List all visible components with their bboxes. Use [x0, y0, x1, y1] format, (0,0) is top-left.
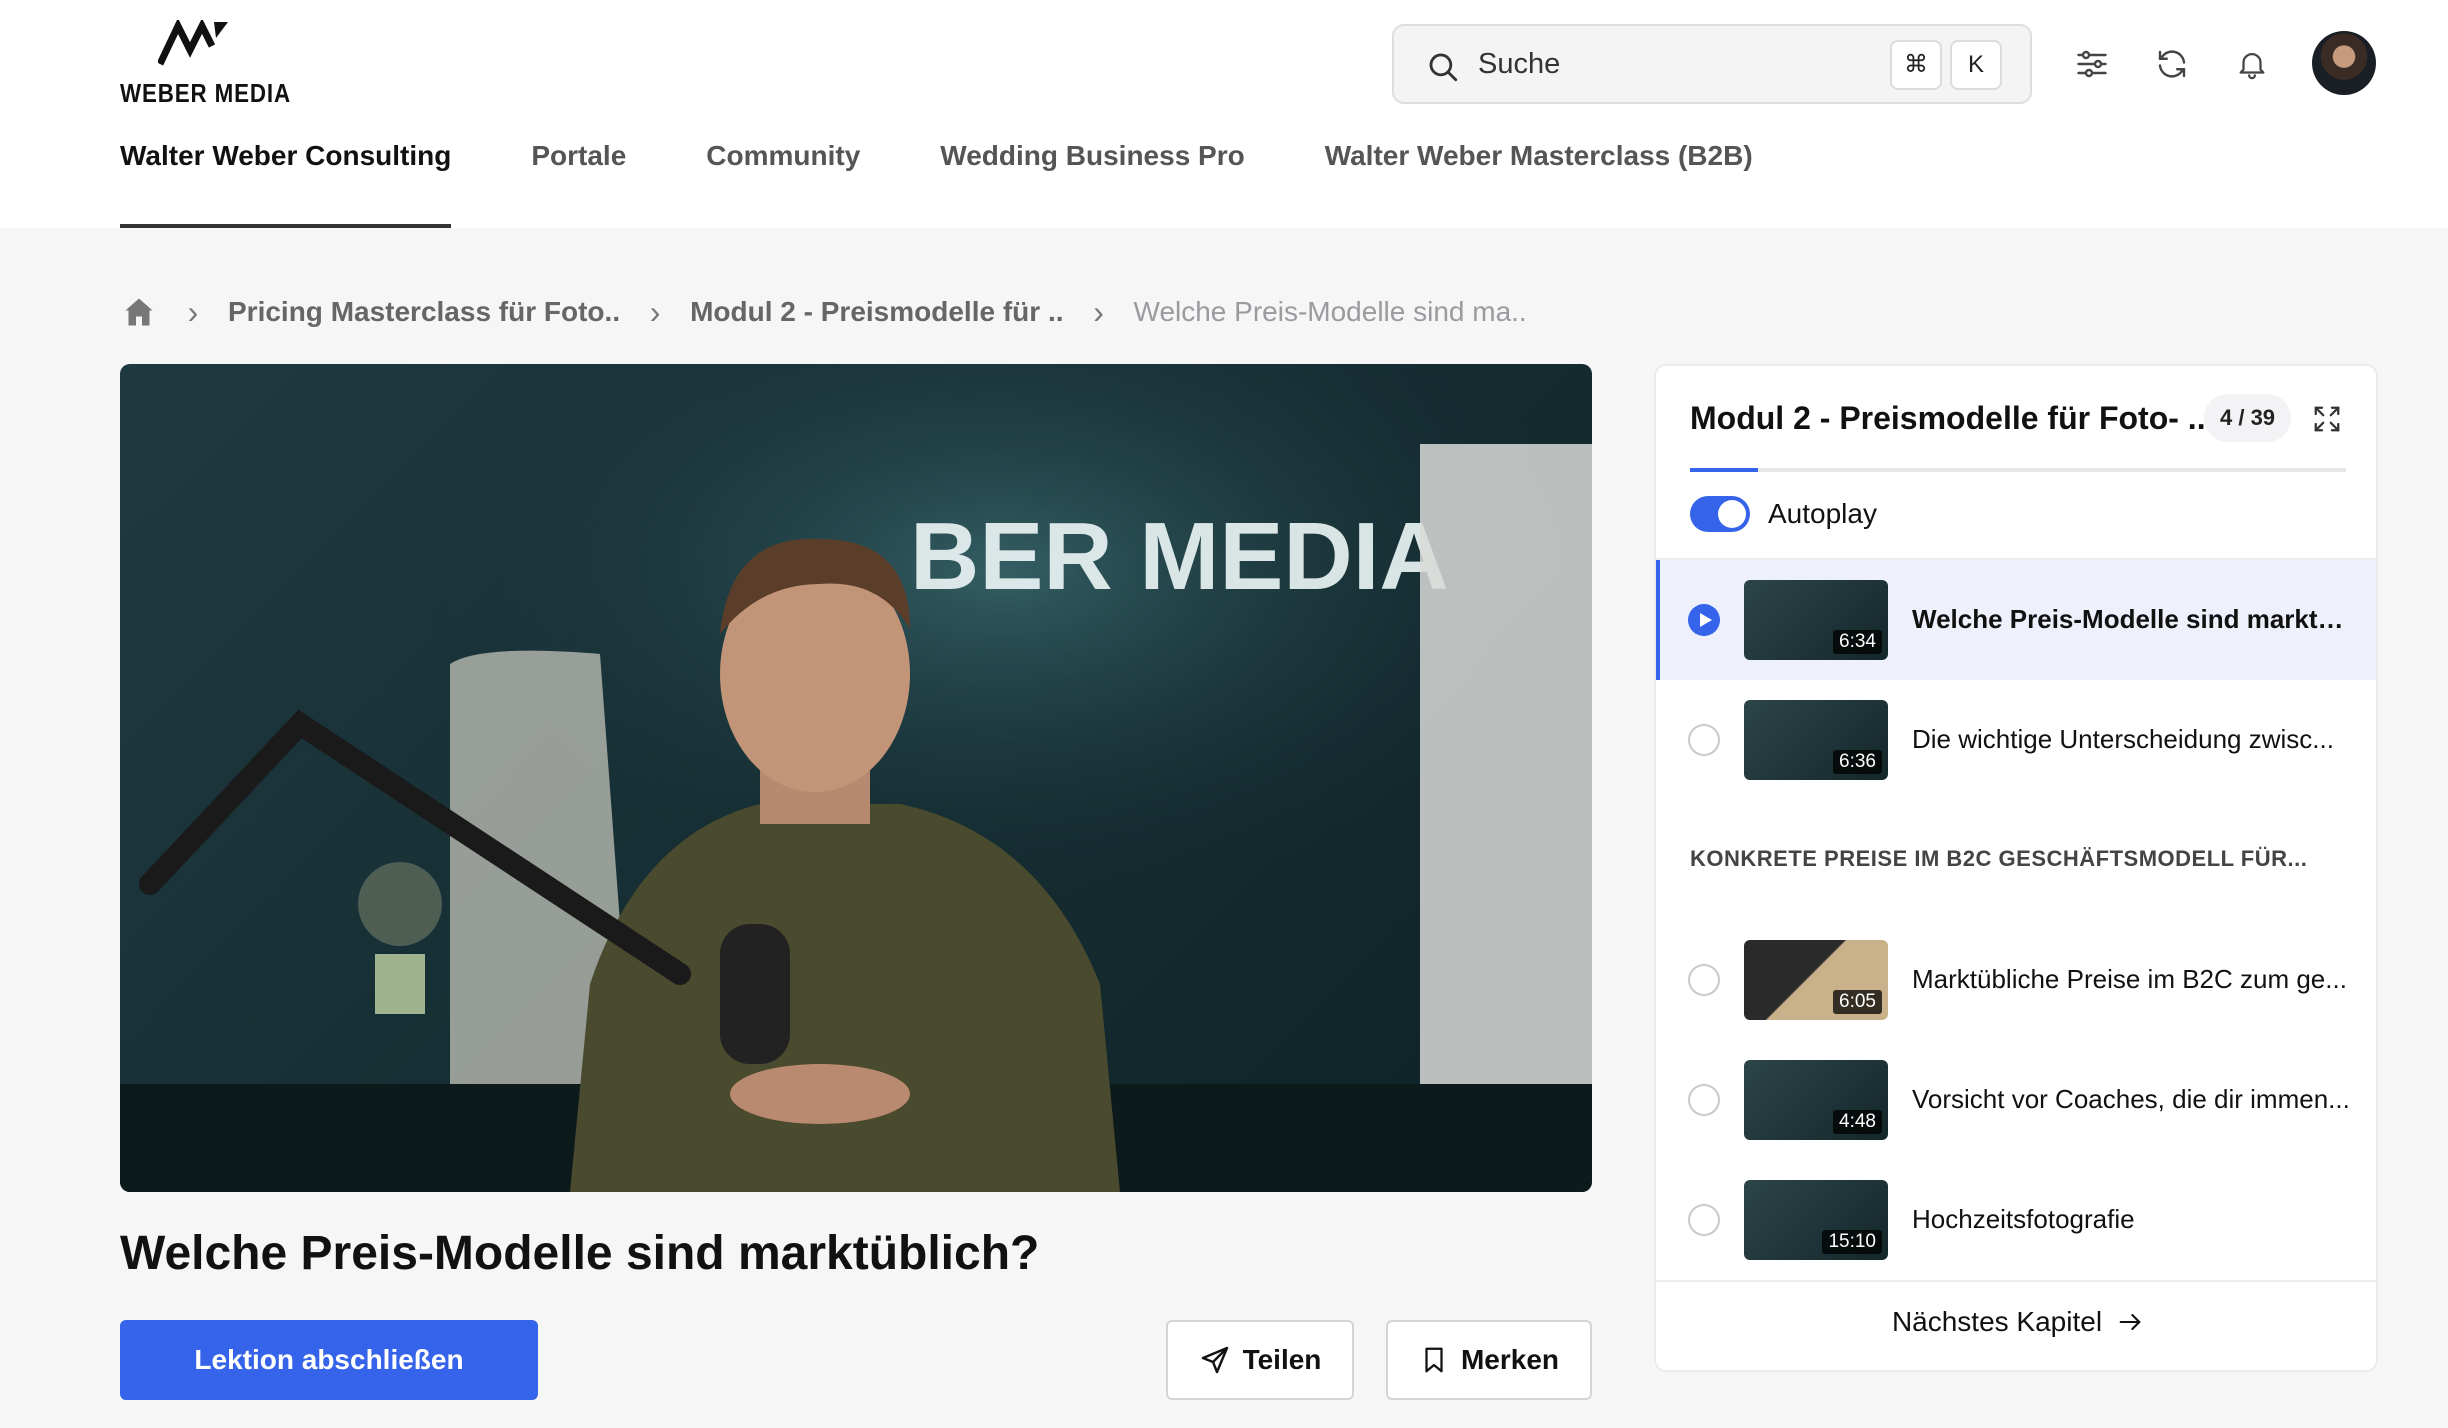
next-chapter-button[interactable]: Nächstes Kapitel	[1656, 1306, 2376, 1338]
nav-item-wedding-business-pro[interactable]: Wedding Business Pro	[940, 140, 1244, 228]
nav-item-walter-weber-consulting[interactable]: Walter Weber Consulting	[120, 140, 452, 228]
completion-radio[interactable]	[1688, 724, 1720, 756]
chapter-panel: Modul 2 - Preismodelle für Foto- ... 4 /…	[1654, 364, 2378, 1372]
completion-radio[interactable]	[1688, 1084, 1720, 1116]
lesson-item[interactable]: 6:05 Marktübliche Preise im B2C zum ge..…	[1656, 920, 2376, 1040]
lesson-counter: 4 / 39	[2204, 394, 2292, 442]
weber-media-logo[interactable]: WEBER MEDIA	[120, 20, 290, 110]
lesson-duration: 4:48	[1833, 1110, 1882, 1134]
lesson-duration: 6:05	[1833, 990, 1882, 1014]
breadcrumb-module[interactable]: Modul 2 - Preismodelle für ..	[690, 296, 1063, 328]
lesson-item-title: Welche Preis-Modelle sind marktüb...	[1912, 604, 2352, 634]
search-icon	[1429, 53, 1458, 82]
module-progress-fill	[1690, 468, 1758, 472]
nav-item-portale[interactable]: Portale	[531, 140, 626, 228]
module-progress-bar	[1690, 468, 2346, 472]
lesson-thumbnail: 4:48	[1744, 1060, 1888, 1140]
lesson-duration: 6:36	[1833, 750, 1882, 774]
complete-lesson-button[interactable]: Lektion abschließen	[120, 1320, 538, 1400]
divider	[1656, 1280, 2376, 1282]
arrow-right-icon	[2119, 1313, 2141, 1331]
home-icon[interactable]	[120, 294, 158, 330]
module-title: Modul 2 - Preismodelle für Foto- ...	[1690, 400, 2215, 436]
breadcrumb-current-lesson: Welche Preis-Modelle sind ma..	[1133, 296, 1527, 327]
logo-text: WEBER MEDIA	[120, 78, 291, 108]
user-avatar[interactable]	[2312, 31, 2376, 95]
bookmark-button[interactable]: Merken	[1386, 1320, 1592, 1400]
lesson-thumbnail: 6:36	[1744, 700, 1888, 780]
lesson-item-title: Vorsicht vor Coaches, die dir immen...	[1912, 1084, 2350, 1114]
lesson-item[interactable]: 6:34 Welche Preis-Modelle sind marktüb..…	[1656, 560, 2376, 680]
search-bar[interactable]: ⌘ K	[1392, 24, 2032, 104]
send-icon	[1201, 1346, 1228, 1374]
share-label: Teilen	[1242, 1344, 1322, 1375]
lesson-title: Welche Preis-Modelle sind marktüblich?	[120, 1227, 1040, 1280]
lesson-item[interactable]: 6:36 Die wichtige Unterscheidung zwisc..…	[1656, 680, 2376, 800]
bookmark-label: Merken	[1460, 1344, 1560, 1375]
play-indicator-icon	[1688, 604, 1720, 636]
lesson-item[interactable]: 15:10 Hochzeitsfotografie	[1656, 1160, 2376, 1280]
lesson-thumbnail: 15:10	[1744, 1180, 1888, 1260]
toggle-knob	[1718, 500, 1746, 528]
section-label: KONKRETE PREISE IM B2C GESCHÄFTSMODELL F…	[1690, 846, 2308, 871]
chevron-right-icon: ›	[187, 293, 199, 330]
lesson-duration: 15:10	[1822, 1230, 1882, 1254]
breadcrumb: › Pricing Masterclass für Foto.. › Modul…	[120, 290, 1527, 334]
breadcrumb-course[interactable]: Pricing Masterclass für Foto..	[228, 296, 620, 328]
completion-radio[interactable]	[1688, 964, 1720, 996]
chevron-right-icon: ›	[649, 293, 661, 330]
bookmark-icon	[1425, 1347, 1443, 1373]
expand-icon[interactable]	[2312, 404, 2342, 434]
lesson-item[interactable]: 4:48 Vorsicht vor Coaches, die dir immen…	[1656, 1040, 2376, 1160]
chevron-right-icon: ›	[1093, 293, 1104, 330]
next-chapter-label: Nächstes Kapitel	[1891, 1306, 2103, 1337]
logo-mark-icon	[158, 20, 228, 66]
autoplay-label: Autoplay	[1768, 498, 1877, 529]
share-button[interactable]: Teilen	[1166, 1320, 1354, 1400]
filter-icon[interactable]	[2068, 40, 2116, 88]
lesson-item-title: Die wichtige Unterscheidung zwisc...	[1912, 724, 2334, 754]
shortcut-key-k: K	[1950, 40, 2002, 90]
top-header: WEBER MEDIA ⌘ K Walter Weber Consulting …	[0, 0, 2448, 228]
lesson-item-title: Hochzeitsfotografie	[1912, 1204, 2135, 1234]
nav-item-masterclass-b2b[interactable]: Walter Weber Masterclass (B2B)	[1325, 140, 1753, 228]
video-frame: BER MEDIA	[120, 364, 1592, 1192]
shortcut-key-cmd: ⌘	[1890, 40, 1942, 90]
refresh-icon[interactable]	[2148, 40, 2196, 88]
search-input[interactable]	[1478, 44, 1858, 84]
lesson-item-title: Marktübliche Preise im B2C zum ge...	[1912, 964, 2347, 994]
lesson-duration: 6:34	[1833, 630, 1882, 654]
completion-radio[interactable]	[1688, 1204, 1720, 1236]
neon-sign-text: BER MEDIA	[910, 503, 1449, 610]
bell-icon[interactable]	[2228, 40, 2276, 88]
lesson-thumbnail: 6:34	[1744, 580, 1888, 660]
nav-item-community[interactable]: Community	[706, 140, 860, 228]
lesson-thumbnail: 6:05	[1744, 940, 1888, 1020]
autoplay-toggle[interactable]	[1690, 496, 1750, 532]
video-player[interactable]: BER MEDIA	[120, 364, 1592, 1192]
main-nav: Walter Weber Consulting Portale Communit…	[120, 140, 1833, 228]
